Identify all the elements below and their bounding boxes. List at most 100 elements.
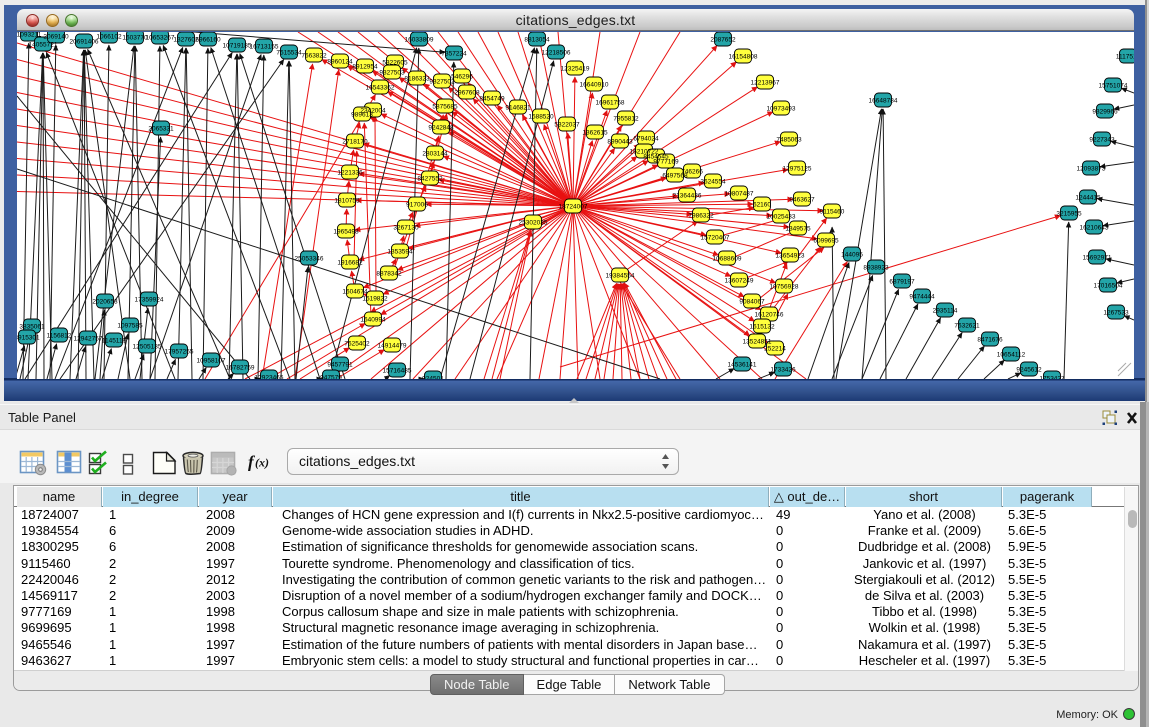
svg-text:16543362: 16543362 (366, 84, 395, 91)
svg-text:8813054: 8813054 (524, 36, 550, 43)
svg-text:7357224: 7357224 (441, 50, 467, 57)
svg-text:3915301: 3915301 (17, 334, 40, 341)
svg-text:1603770: 1603770 (122, 34, 148, 41)
svg-text:12325419: 12325419 (561, 65, 590, 72)
svg-text:12923465: 12923465 (255, 374, 284, 379)
svg-text:9474444: 9474444 (909, 293, 935, 300)
svg-text:10025433: 10025433 (767, 213, 796, 220)
svg-text:1145119: 1145119 (102, 337, 127, 344)
svg-text:10807487: 10807487 (725, 190, 754, 197)
svg-text:2935114: 2935114 (933, 307, 958, 314)
svg-text:16713155: 16713155 (250, 43, 279, 50)
svg-text:14055721: 14055721 (29, 41, 58, 48)
svg-text:12218506: 12218506 (542, 49, 571, 56)
svg-text:3215955: 3215955 (1056, 210, 1082, 217)
svg-text:989613: 989613 (351, 111, 373, 118)
svg-text:13654923: 13654923 (776, 252, 805, 259)
svg-text:15751074: 15751074 (1099, 82, 1128, 89)
svg-text:9115460: 9115460 (820, 208, 845, 215)
svg-text:13524851: 13524851 (743, 338, 772, 345)
svg-text:6794024: 6794024 (633, 135, 659, 142)
svg-text:25302035: 25302035 (519, 219, 548, 226)
svg-text:1097585: 1097585 (117, 322, 143, 329)
svg-text:9329966: 9329966 (1092, 108, 1118, 115)
svg-text:6497568: 6497568 (662, 172, 688, 179)
svg-text:12213967: 12213967 (751, 79, 780, 86)
svg-text:1519822: 1519822 (362, 295, 388, 302)
svg-text:9463627: 9463627 (789, 196, 815, 203)
svg-text:19384554: 19384554 (606, 272, 635, 279)
svg-text:1640994: 1640994 (360, 316, 386, 323)
svg-text:16961758: 16961758 (596, 99, 625, 106)
svg-text:18724007: 18724007 (559, 203, 588, 210)
svg-text:16210643: 16210643 (1080, 224, 1109, 231)
svg-text:8878342: 8878342 (376, 270, 402, 277)
svg-text:2087652: 2087652 (710, 36, 736, 43)
svg-text:10973493: 10973493 (767, 105, 796, 112)
svg-text:2020653: 2020653 (92, 298, 118, 305)
svg-text:1753427: 1753427 (1039, 375, 1065, 379)
svg-text:1066102: 1066102 (96, 33, 122, 40)
svg-text:1244415: 1244415 (1075, 194, 1101, 201)
svg-text:1362615: 1362615 (582, 129, 608, 136)
svg-text:1117512: 1117512 (1116, 53, 1134, 60)
svg-text:5322605: 5322605 (382, 59, 408, 66)
svg-text:9242848: 9242848 (428, 124, 454, 131)
svg-text:8471676: 8471676 (977, 336, 1003, 343)
svg-text:12093873: 12093873 (1077, 165, 1106, 172)
svg-text:1615132: 1615132 (749, 323, 775, 330)
svg-text:1733426: 1733426 (770, 366, 796, 373)
svg-text:1093211: 1093211 (17, 32, 42, 38)
svg-text:17016504: 17016504 (1094, 282, 1123, 289)
svg-text:16640910: 16640910 (580, 81, 609, 88)
svg-text:10653267: 10653267 (146, 34, 175, 41)
svg-text:1221336: 1221336 (337, 169, 363, 176)
svg-text:17359924: 17359924 (135, 296, 164, 303)
svg-text:9327503: 9327503 (379, 69, 405, 76)
svg-text:13607249: 13607249 (725, 277, 754, 284)
svg-text:2803144: 2803144 (422, 150, 448, 157)
svg-text:7515534: 7515534 (276, 49, 302, 56)
svg-text:10719185: 10719185 (223, 42, 252, 49)
svg-text:546296: 546296 (451, 73, 473, 80)
svg-text:917006: 917006 (406, 201, 428, 208)
svg-text:144095: 144095 (841, 251, 863, 258)
svg-text:14536141: 14536141 (728, 361, 757, 368)
svg-text:15720407: 15720407 (701, 234, 730, 241)
svg-text:1156812: 1156812 (47, 332, 72, 339)
svg-text:16648784: 16648784 (869, 97, 898, 104)
svg-text:10756928: 10756928 (770, 283, 799, 290)
svg-text:1267533: 1267533 (1103, 309, 1129, 316)
svg-text:16033809: 16033809 (405, 36, 434, 43)
svg-text:(x): (x) (255, 456, 269, 470)
svg-text:9777169: 9777169 (653, 158, 679, 165)
svg-text:1349575: 1349575 (785, 225, 811, 232)
svg-text:9227343: 9227343 (1089, 136, 1115, 143)
svg-text:2069140: 2069140 (43, 33, 69, 40)
svg-text:17957255: 17957255 (165, 348, 194, 355)
svg-text:8454749: 8454749 (479, 95, 505, 102)
svg-text:10654112: 10654112 (997, 351, 1026, 358)
svg-text:5875685: 5875685 (432, 103, 458, 110)
svg-text:62160: 62160 (753, 201, 771, 208)
svg-text:21364436: 21364436 (673, 192, 702, 199)
svg-text:3835061: 3835061 (19, 323, 45, 330)
svg-text:16782759: 16782759 (226, 364, 255, 371)
svg-text:6099695: 6099695 (813, 237, 839, 244)
svg-text:12942757: 12942757 (74, 335, 103, 342)
svg-text:14914479: 14914479 (378, 342, 407, 349)
svg-text:947579: 947579 (320, 374, 342, 379)
svg-text:9146821: 9146821 (505, 104, 531, 111)
svg-text:1353594: 1353594 (387, 248, 413, 255)
svg-text:8186323: 8186323 (404, 75, 430, 82)
svg-text:1916682: 1916682 (337, 259, 363, 266)
svg-text:16120746: 16120746 (755, 311, 784, 318)
svg-text:252214: 252214 (764, 345, 786, 352)
svg-text:1810755: 1810755 (334, 197, 360, 204)
svg-text:10958107: 10958107 (197, 357, 226, 364)
svg-text:9245612: 9245612 (1016, 366, 1042, 373)
svg-text:7625402: 7625402 (344, 340, 370, 347)
svg-text:924501: 924501 (422, 375, 444, 379)
svg-text:15716485: 15716485 (383, 367, 412, 374)
svg-text:8990443: 8990443 (607, 138, 633, 145)
